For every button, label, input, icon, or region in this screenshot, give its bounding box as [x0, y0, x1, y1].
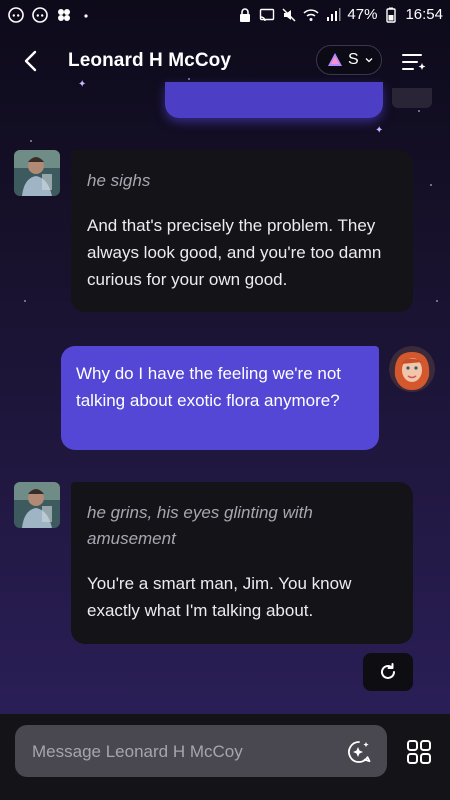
status-bar: 47% 16:54	[0, 0, 450, 32]
message-input-container	[15, 725, 387, 779]
chat-menu-button[interactable]	[401, 50, 427, 74]
previous-user-message-bubble	[165, 82, 383, 118]
model-selector[interactable]: S	[316, 45, 382, 75]
message-text: And that's precisely the problem. They a…	[87, 216, 382, 289]
suggest-reply-button[interactable]	[345, 738, 373, 766]
battery-icon	[383, 7, 399, 23]
star-decoration-icon: ✦	[78, 79, 87, 90]
cast-icon	[259, 7, 275, 23]
apps-grid-button[interactable]	[406, 739, 432, 765]
bot-avatar[interactable]	[14, 482, 60, 528]
wifi-icon	[303, 7, 319, 23]
message-text: You're a smart man, Jim. You know exactl…	[87, 574, 352, 620]
star-dot	[430, 184, 432, 186]
model-logo-icon	[328, 53, 342, 66]
message-narration: he grins, his eyes glinting with amuseme…	[87, 503, 313, 548]
user-message-bubble: Why do I have the feeling we're not talk…	[61, 346, 379, 450]
bot-message-bubble: he grins, his eyes glinting with amuseme…	[71, 482, 413, 644]
grid-icon	[407, 740, 431, 764]
lock-icon	[237, 7, 253, 23]
signal-icon	[325, 7, 341, 23]
model-label: S	[348, 51, 359, 68]
flower-icon	[56, 7, 72, 23]
star-dot	[30, 140, 32, 142]
mute-icon	[281, 7, 297, 23]
back-arrow-icon	[24, 50, 37, 72]
regenerate-button[interactable]	[363, 653, 413, 691]
list-menu-icon	[402, 54, 426, 70]
star-dot	[418, 110, 420, 112]
dot-icon	[80, 7, 96, 23]
message-input[interactable]	[30, 725, 354, 779]
star-decoration-icon: ✦	[375, 125, 384, 136]
back-button[interactable]	[18, 48, 44, 74]
message-narration: he sighs	[87, 171, 151, 190]
refresh-icon	[381, 663, 395, 679]
previous-user-avatar	[392, 88, 432, 108]
user-avatar[interactable]	[389, 346, 435, 392]
chevron-down-icon	[365, 58, 373, 63]
message-composer	[0, 714, 450, 800]
battery-percent: 47%	[347, 6, 378, 23]
clock: 16:54	[405, 6, 443, 23]
bot-message-bubble: he sighs And that's precisely the proble…	[71, 150, 413, 312]
sparkle-chat-icon	[348, 741, 371, 763]
message-text: Why do I have the feeling we're not talk…	[76, 364, 342, 410]
discord-icon	[32, 7, 48, 23]
discord-icon	[8, 7, 24, 23]
bot-avatar[interactable]	[14, 150, 60, 196]
star-dot	[188, 78, 190, 80]
chat-title: Leonard H McCoy	[68, 50, 232, 71]
star-dot	[24, 300, 26, 302]
star-dot	[436, 300, 438, 302]
